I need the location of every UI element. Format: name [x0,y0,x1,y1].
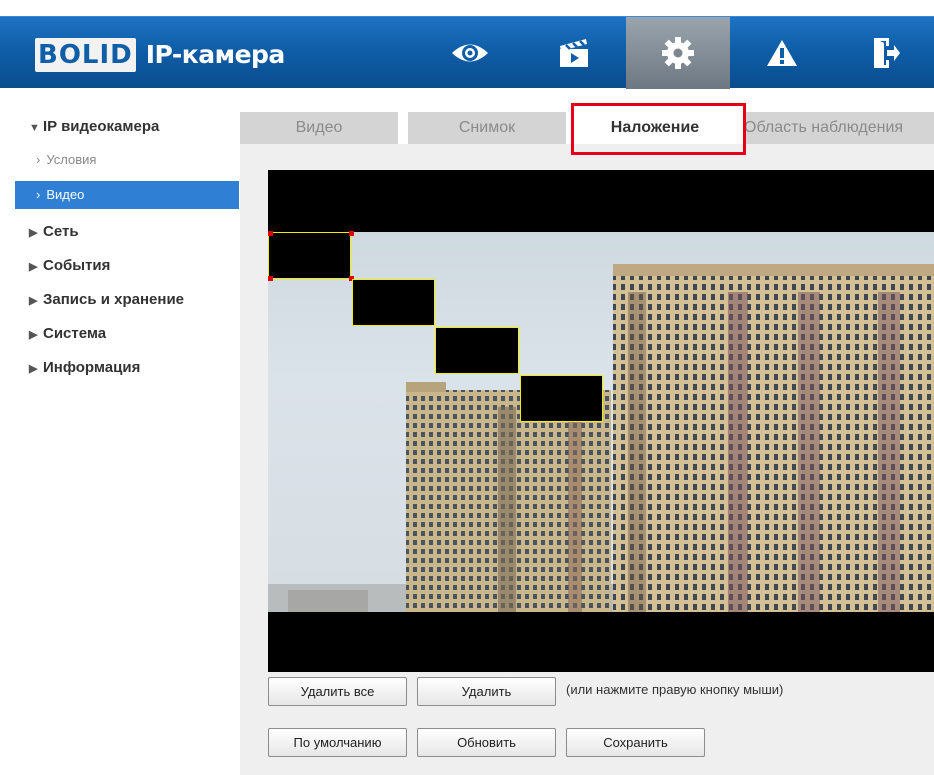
delete-all-button[interactable]: Удалить все [268,677,407,706]
privacy-mask-2[interactable] [352,279,435,326]
resize-handle[interactable] [349,231,354,236]
default-button[interactable]: По умолчанию [268,728,407,757]
privacy-mask-3[interactable] [435,327,519,374]
privacy-mask-1[interactable] [268,232,351,279]
tab-snapshot[interactable]: Снимок [408,112,566,144]
video-preview[interactable] [268,170,934,672]
nav-live-view[interactable] [418,17,522,89]
sidebar-item-label: Видео [46,187,85,202]
nav-alarm[interactable] [730,17,834,89]
product-title: IP-камера [145,40,286,69]
sidebar-item-network[interactable]: ▶ Сеть [29,223,79,240]
chevron-right-icon: › [36,187,41,202]
delete-button[interactable]: Удалить [417,677,556,706]
sidebar-item-label: Условия [46,152,97,167]
top-header: BOLID IP-камера [0,16,934,89]
sidebar-item-events[interactable]: ▶ События [29,257,110,274]
sidebar-item-label: Система [43,325,107,342]
nav-logout[interactable] [834,17,934,89]
tab-surveillance-area[interactable]: Область наблюдения [744,112,934,144]
gear-icon [662,37,694,69]
triangle-right-icon: ▶ [29,227,38,239]
exit-icon [874,38,900,68]
privacy-mask-4[interactable] [520,375,603,422]
tab-overlay[interactable]: Наложение [576,112,734,144]
sidebar-item-label: IP видеокамера [43,118,160,135]
clapperboard-icon [560,39,588,67]
settings-sidebar: ▼ IP видеокамера › Условия › Видео ▶ Сеть ▶ С… [15,110,240,775]
sidebar-item-storage[interactable]: ▶ Запись и хранение [29,291,184,308]
chevron-right-icon: › [36,152,41,167]
sidebar-item-ip-camera[interactable]: ▼ IP видеокамера [29,118,159,135]
sidebar-item-video[interactable]: › Видео [15,181,239,209]
nav-settings[interactable] [626,17,730,89]
brand-name: BOLID [38,40,133,70]
sidebar-item-label: Сеть [43,223,79,240]
bolid-logo: BOLID [35,38,136,72]
delete-hint-text: (или нажмите правую кнопку мыши) [566,682,784,697]
resize-handle[interactable] [268,231,273,236]
sidebar-item-label: Информация [43,359,141,376]
sidebar-item-label: События [43,257,111,274]
triangle-down-icon: ▼ [29,122,40,134]
refresh-button[interactable]: Обновить [417,728,556,757]
sidebar-item-label: Запись и хранение [43,291,185,308]
warning-icon [767,40,797,66]
eye-icon [452,44,488,62]
resize-handle[interactable] [268,276,273,281]
save-button[interactable]: Сохранить [566,728,705,757]
nav-playback[interactable] [522,17,626,89]
tab-video[interactable]: Видео [240,112,398,144]
triangle-right-icon: ▶ [29,329,38,341]
sidebar-item-system[interactable]: ▶ Система [29,325,106,342]
sidebar-item-conditions[interactable]: › Условия [15,146,239,174]
brand-logo: BOLID IP-камера [35,37,285,73]
tab-bar: Видео Снимок Наложение Область наблюдени… [240,112,934,144]
sidebar-item-information[interactable]: ▶ Информация [29,359,140,376]
triangle-right-icon: ▶ [29,295,38,307]
triangle-right-icon: ▶ [29,261,38,273]
triangle-right-icon: ▶ [29,363,38,375]
